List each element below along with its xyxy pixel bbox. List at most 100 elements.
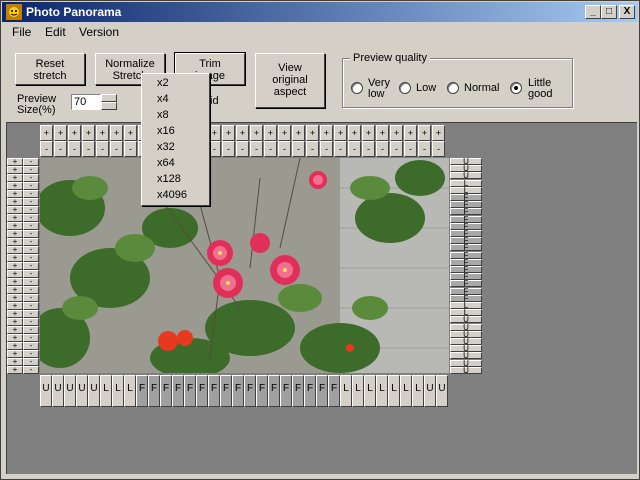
top-minus-handle[interactable]: - [124, 141, 137, 157]
top-plus-handle[interactable]: + [278, 125, 291, 141]
dropdown-item[interactable]: x32 [157, 141, 175, 153]
bottom-handle[interactable]: F [184, 375, 196, 407]
bottom-handle[interactable]: U [40, 375, 52, 407]
top-minus-handle[interactable]: - [264, 141, 277, 157]
top-minus-handle[interactable]: - [222, 141, 235, 157]
radio-little-good[interactable] [510, 82, 522, 94]
top-plus-handle[interactable]: + [334, 125, 347, 141]
top-minus-handle[interactable]: - [320, 141, 333, 157]
top-plus-handle[interactable]: + [362, 125, 375, 141]
top-plus-handle[interactable]: + [82, 125, 95, 141]
top-minus-handle[interactable]: - [96, 141, 109, 157]
top-minus-handle[interactable]: - [68, 141, 81, 157]
top-plus-handle[interactable]: + [404, 125, 417, 141]
bottom-handle[interactable]: L [112, 375, 124, 407]
bottom-handle[interactable]: F [232, 375, 244, 407]
top-minus-handle[interactable]: - [334, 141, 347, 157]
bottom-handle[interactable]: F [280, 375, 292, 407]
bottom-handle[interactable]: F [304, 375, 316, 407]
bottom-handle[interactable]: F [256, 375, 268, 407]
bottom-handle[interactable]: L [412, 375, 424, 407]
top-minus-handle[interactable]: - [306, 141, 319, 157]
top-plus-handle[interactable]: + [250, 125, 263, 141]
top-plus-handle[interactable]: + [306, 125, 319, 141]
bottom-handle[interactable]: U [88, 375, 100, 407]
menu-version[interactable]: Version [79, 25, 119, 39]
view-original-aspect-button[interactable]: View original aspect [255, 53, 325, 108]
bottom-handle[interactable]: F [136, 375, 148, 407]
bottom-handle[interactable]: U [436, 375, 448, 407]
top-minus-handle[interactable]: - [404, 141, 417, 157]
top-minus-handle[interactable]: - [54, 141, 67, 157]
bottom-handle[interactable]: F [172, 375, 184, 407]
top-minus-handle[interactable]: - [82, 141, 95, 157]
top-plus-handle[interactable]: + [222, 125, 235, 141]
top-minus-handle[interactable]: - [418, 141, 431, 157]
radio-normal[interactable] [447, 82, 459, 94]
preview-size-input[interactable] [71, 94, 101, 110]
top-plus-handle[interactable]: + [236, 125, 249, 141]
dropdown-item[interactable]: x2 [157, 77, 169, 89]
bottom-handle[interactable]: F [292, 375, 304, 407]
menu-file[interactable]: File [12, 25, 31, 39]
bottom-handle[interactable]: L [376, 375, 388, 407]
top-plus-handle[interactable]: + [264, 125, 277, 141]
top-plus-handle[interactable]: + [96, 125, 109, 141]
top-plus-handle[interactable]: + [124, 125, 137, 141]
dropdown-item[interactable]: x16 [157, 125, 175, 137]
top-minus-handle[interactable]: - [362, 141, 375, 157]
top-minus-handle[interactable]: - [40, 141, 53, 157]
bottom-handle[interactable]: L [124, 375, 136, 407]
right-handle[interactable]: U [450, 366, 482, 374]
bottom-handle[interactable]: L [100, 375, 112, 407]
top-plus-handle[interactable]: + [110, 125, 123, 141]
spin-down-button[interactable] [101, 102, 117, 110]
title-bar[interactable]: Photo Panorama _ □ X [2, 2, 638, 22]
dropdown-item[interactable]: x4 [157, 93, 169, 105]
bottom-handle[interactable]: U [424, 375, 436, 407]
top-minus-handle[interactable]: - [236, 141, 249, 157]
top-plus-handle[interactable]: + [292, 125, 305, 141]
top-plus-handle[interactable]: + [68, 125, 81, 141]
top-minus-handle[interactable]: - [390, 141, 403, 157]
dropdown-item[interactable]: x8 [157, 109, 169, 121]
bottom-handle[interactable]: F [328, 375, 340, 407]
top-minus-handle[interactable]: - [432, 141, 445, 157]
reset-stretch-button[interactable]: Reset stretch [15, 53, 85, 85]
menu-edit[interactable]: Edit [45, 25, 66, 39]
bottom-handle[interactable]: F [316, 375, 328, 407]
bottom-handle[interactable]: U [76, 375, 88, 407]
dropdown-item[interactable]: x4096 [157, 189, 187, 201]
bottom-handle[interactable]: F [244, 375, 256, 407]
top-plus-handle[interactable]: + [348, 125, 361, 141]
top-plus-handle[interactable]: + [54, 125, 67, 141]
top-minus-handle[interactable]: - [278, 141, 291, 157]
top-plus-handle[interactable]: + [376, 125, 389, 141]
bottom-handle[interactable]: F [148, 375, 160, 407]
panorama-photo[interactable] [40, 158, 449, 373]
bottom-handle[interactable]: F [220, 375, 232, 407]
bottom-handle[interactable]: L [388, 375, 400, 407]
left-plus-handle[interactable]: + [7, 366, 23, 374]
bottom-handle[interactable]: L [352, 375, 364, 407]
bottom-handle[interactable]: L [340, 375, 352, 407]
top-minus-handle[interactable]: - [250, 141, 263, 157]
top-minus-handle[interactable]: - [376, 141, 389, 157]
top-plus-handle[interactable]: + [432, 125, 445, 141]
top-plus-handle[interactable]: + [40, 125, 53, 141]
top-plus-handle[interactable]: + [390, 125, 403, 141]
bottom-handle[interactable]: L [364, 375, 376, 407]
top-minus-handle[interactable]: - [348, 141, 361, 157]
minimize-button[interactable]: _ [585, 5, 601, 19]
bottom-handle[interactable]: F [268, 375, 280, 407]
dropdown-item[interactable]: x128 [157, 173, 181, 185]
radio-low[interactable] [399, 82, 411, 94]
top-plus-handle[interactable]: + [320, 125, 333, 141]
bottom-handle[interactable]: L [400, 375, 412, 407]
left-minus-handle[interactable]: - [23, 366, 39, 374]
top-plus-handle[interactable]: + [418, 125, 431, 141]
radio-very-low[interactable] [351, 82, 363, 94]
bottom-handle[interactable]: U [52, 375, 64, 407]
spin-up-button[interactable] [101, 94, 117, 102]
close-button[interactable]: X [619, 5, 635, 19]
